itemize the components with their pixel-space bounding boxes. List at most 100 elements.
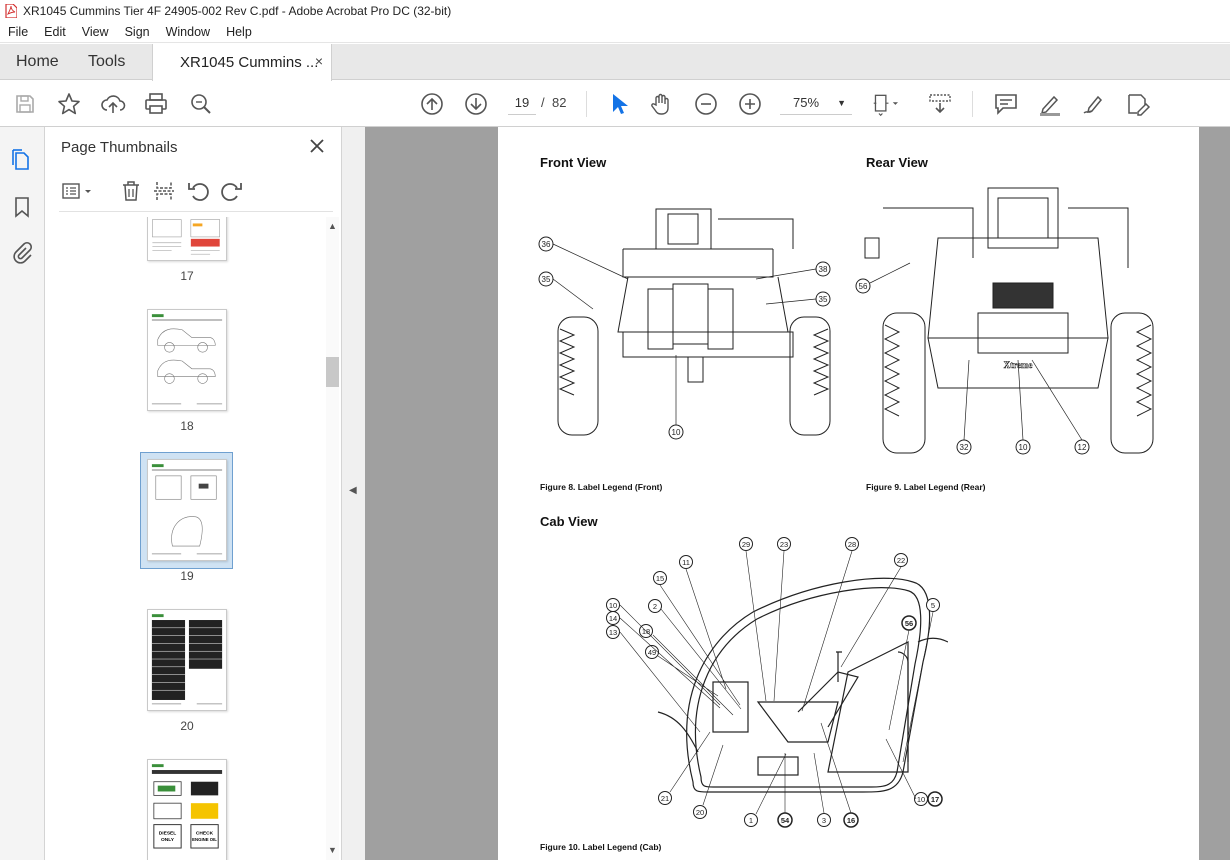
window-title: XR1045 Cummins Tier 4F 24905-002 Rev C.p… (23, 4, 452, 18)
scroll-down-icon[interactable]: ▼ (328, 845, 337, 855)
thumbnail-page[interactable] (147, 309, 227, 411)
thumbnail-label: 19 (180, 569, 194, 583)
callout-label: 38 (819, 265, 828, 274)
menu-file[interactable]: File (0, 25, 36, 39)
minimize-button[interactable] (1092, 0, 1138, 22)
pdf-page: Front View Rear View 36 35 38 35 10 56 3… (498, 127, 1199, 860)
thumbnail-label: 18 (180, 419, 194, 433)
maximize-button[interactable] (1138, 0, 1184, 22)
svg-text:CHECK: CHECK (196, 830, 214, 836)
fit-page-icon[interactable] (872, 91, 898, 117)
menu-view[interactable]: View (74, 25, 117, 39)
acrobat-icon (5, 4, 17, 18)
bookmark-star-icon[interactable] (56, 91, 82, 117)
scroll-mode-icon[interactable] (927, 91, 953, 117)
callout-label: 22 (897, 556, 905, 565)
callout-label: 56 (905, 619, 913, 628)
collapse-panel-icon[interactable]: ◀ (349, 485, 357, 496)
thumbnail-page-selected[interactable] (147, 459, 227, 561)
zoom-level-value: 75% (793, 95, 820, 110)
figure9-caption: Figure 9. Label Legend (Rear) (866, 482, 986, 492)
page-number-input[interactable]: 19 (508, 91, 536, 115)
callout-label: 12 (1078, 443, 1087, 452)
menu-help[interactable]: Help (218, 25, 260, 39)
callout-label: 20 (696, 808, 704, 817)
callout-label: 35 (819, 295, 828, 304)
save-icon[interactable] (12, 91, 38, 117)
thumbnail-page[interactable] (147, 609, 227, 711)
toolbar-divider (586, 91, 587, 117)
toolbar: 19 / 82 75% ▼ (0, 81, 1230, 127)
scrollbar-thumb[interactable] (326, 357, 339, 387)
page-thumbnails-icon[interactable] (10, 148, 34, 172)
highlight-pen-icon[interactable] (1037, 91, 1063, 117)
zoom-search-icon[interactable] (188, 91, 214, 117)
delete-page-icon[interactable] (119, 179, 143, 203)
panel-splitter[interactable]: ◀ (342, 127, 365, 860)
next-page-icon[interactable] (463, 91, 489, 117)
callout-label: 10 (609, 601, 617, 610)
zoom-out-icon[interactable] (693, 91, 719, 117)
callout-label: 21 (661, 794, 669, 803)
rear-view-drawing: Xtreme 56 32 10 12 (855, 187, 1154, 455)
tab-tools[interactable]: Tools (88, 53, 125, 71)
menu-sign[interactable]: Sign (117, 25, 158, 39)
callout-label: 10 (672, 428, 681, 437)
thumbnail-page[interactable]: DIESEL ONLY CHECK ENGINE OIL (147, 759, 227, 860)
tab-document[interactable]: XR1045 Cummins ... × (152, 44, 332, 81)
bookmarks-icon[interactable] (10, 195, 34, 219)
svg-text:ENGINE OIL: ENGINE OIL (192, 837, 217, 842)
cab-view-drawing: 29 23 28 22 11 15 10 14 13 2 18 49 56 5 … (606, 537, 948, 828)
select-cursor-icon[interactable] (605, 91, 631, 117)
callout-label: 13 (609, 628, 617, 637)
thumbnail-list: 17 18 19 20 DIESEL ONLY CHECK ENGINE OIL (45, 217, 327, 860)
sign-pen-icon[interactable] (1081, 91, 1107, 117)
total-pages: 82 (552, 95, 567, 110)
callout-label: 36 (542, 240, 551, 249)
zoom-in-icon[interactable] (737, 91, 763, 117)
front-view-drawing: 36 35 38 35 10 (538, 208, 831, 440)
callout-label: 5 (931, 601, 935, 610)
callout-label: 23 (780, 540, 788, 549)
callout-label: 54 (781, 816, 790, 825)
comment-icon[interactable] (993, 91, 1019, 117)
callout-label: 16 (847, 816, 855, 825)
attachments-paperclip-icon[interactable] (10, 241, 34, 265)
thumbnail-scrollbar[interactable]: ▲ ▼ (326, 217, 339, 860)
tab-home[interactable]: Home (16, 53, 59, 71)
tab-document-label: XR1045 Cummins ... (180, 54, 319, 71)
thumbnail-label: 20 (180, 719, 194, 733)
scroll-up-icon[interactable]: ▲ (328, 221, 337, 231)
front-view-title: Front View (540, 155, 607, 170)
chevron-down-icon: ▼ (837, 98, 846, 108)
print-icon[interactable] (143, 91, 169, 117)
document-viewer[interactable]: Front View Rear View 36 35 38 35 10 56 3… (365, 127, 1230, 860)
menu-window[interactable]: Window (158, 25, 218, 39)
callout-label: 2 (653, 602, 657, 611)
close-tab-icon[interactable]: × (315, 53, 323, 69)
rotate-left-icon[interactable] (186, 179, 210, 203)
page-separator: / (541, 95, 545, 110)
fill-sign-icon[interactable] (1125, 91, 1151, 117)
thumbnail-options-icon[interactable] (61, 179, 95, 203)
hand-tool-icon[interactable] (649, 91, 675, 117)
callout-label: 15 (656, 574, 664, 583)
close-window-button[interactable] (1184, 0, 1230, 22)
rotate-right-icon[interactable] (220, 179, 244, 203)
menu-bar: File Edit View Sign Window Help (0, 22, 1230, 43)
split-pages-icon[interactable] (152, 179, 176, 203)
callout-label: 35 (542, 275, 551, 284)
upload-cloud-icon[interactable] (100, 91, 126, 117)
callout-label: 32 (960, 443, 969, 452)
previous-page-icon[interactable] (419, 91, 445, 117)
close-panel-icon[interactable] (308, 137, 326, 155)
thumbnail-page[interactable] (147, 217, 227, 261)
callout-label: 17 (931, 795, 939, 804)
left-rail (0, 127, 45, 860)
title-bar: XR1045 Cummins Tier 4F 24905-002 Rev C.p… (0, 0, 1230, 22)
rear-view-title: Rear View (866, 155, 928, 170)
svg-text:ONLY: ONLY (161, 837, 175, 843)
cab-view-title: Cab View (540, 514, 598, 529)
menu-edit[interactable]: Edit (36, 25, 74, 39)
zoom-level-select[interactable]: 75% ▼ (780, 91, 852, 115)
